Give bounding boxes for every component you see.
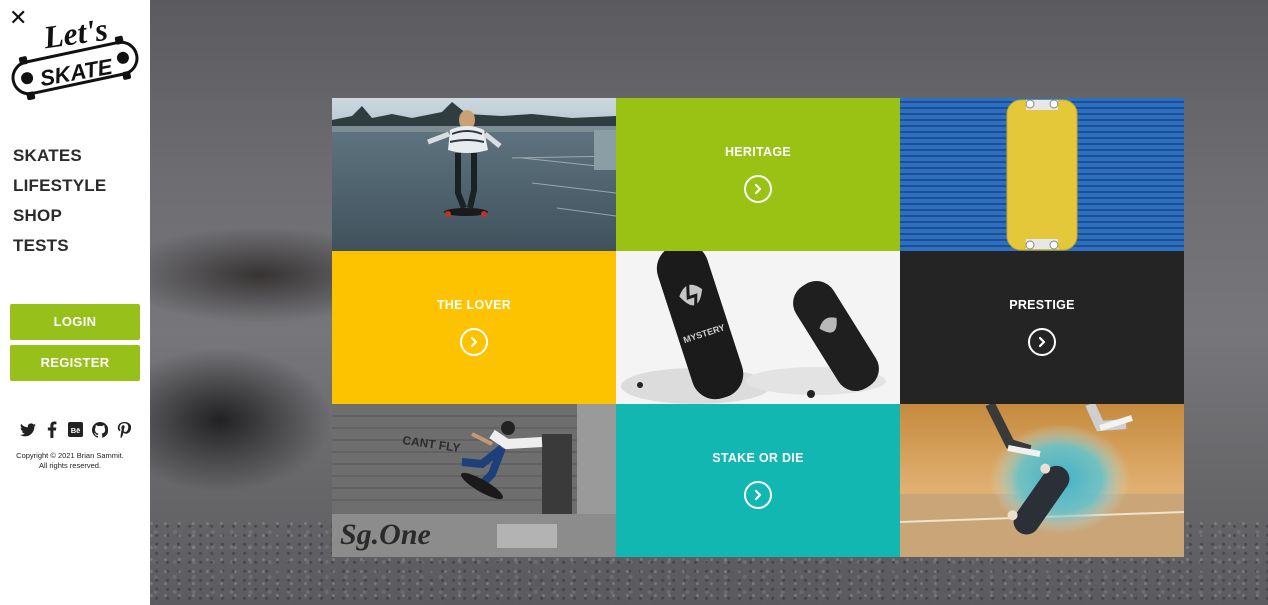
copyright-line: Copyright © 2021 Brian Sammit.: [16, 451, 124, 460]
tile-title: STAKE OR DIE: [712, 450, 804, 465]
close-menu-button[interactable]: ✕: [9, 8, 27, 30]
nav-link-shop[interactable]: SHOP: [13, 205, 62, 227]
category-grid: HERITAGE THE LOVER MYSTERY PRESTIGE Sg.O…: [332, 98, 1184, 557]
tile-photo-kickflip[interactable]: [900, 404, 1184, 557]
tile-photo-yellow-deck[interactable]: [900, 98, 1184, 251]
tile-photo-girl-longboard[interactable]: [332, 98, 616, 251]
github-icon[interactable]: [91, 421, 108, 438]
rights-line: All rights reserved.: [38, 460, 102, 470]
nav-item-tests: TESTS: [13, 235, 106, 265]
tile-photo-wallride[interactable]: Sg.One CANT FLY: [332, 404, 616, 557]
nav-item-skates: SKATES: [13, 145, 106, 175]
twitter-icon[interactable]: [19, 421, 36, 438]
nav-link-skates[interactable]: SKATES: [13, 145, 82, 167]
tile-the-lover[interactable]: THE LOVER: [332, 251, 616, 404]
lets-skate-logo[interactable]: Let's SKATE: [8, 6, 142, 100]
register-button[interactable]: REGISTER: [10, 345, 140, 381]
chevron-right-icon[interactable]: [744, 480, 772, 509]
chevron-right-icon[interactable]: [460, 327, 488, 356]
tile-title: HERITAGE: [724, 144, 792, 159]
copyright-text: Copyright © 2021 Brian Sammit. All right…: [0, 451, 140, 470]
tile-title: PRESTIGE: [1009, 297, 1075, 312]
tile-heritage[interactable]: HERITAGE: [616, 98, 900, 251]
social-links: Bē: [19, 421, 132, 438]
tile-title: THE LOVER: [436, 297, 512, 312]
tile-prestige[interactable]: PRESTIGE: [900, 251, 1184, 404]
sidebar: Let's SKATE ✕ SKATES LIFESTYLE SHOP TEST…: [0, 0, 150, 605]
svg-text:Bē: Bē: [71, 426, 81, 435]
tile-stake-or-die[interactable]: STAKE OR DIE: [616, 404, 900, 557]
behance-icon[interactable]: Bē: [67, 421, 84, 438]
chevron-right-icon[interactable]: [744, 174, 772, 203]
pinterest-icon[interactable]: [115, 421, 132, 438]
main-nav: SKATES LIFESTYLE SHOP TESTS: [13, 145, 106, 265]
nav-item-shop: SHOP: [13, 205, 106, 235]
nav-item-lifestyle: LIFESTYLE: [13, 175, 106, 205]
svg-text:Sg.One: Sg.One: [340, 518, 431, 551]
facebook-icon[interactable]: [43, 421, 60, 438]
nav-link-tests[interactable]: TESTS: [13, 235, 69, 257]
chevron-right-icon[interactable]: [1028, 327, 1056, 356]
login-button[interactable]: LOGIN: [10, 304, 140, 340]
nav-link-lifestyle[interactable]: LIFESTYLE: [13, 175, 106, 197]
tile-photo-mystery-decks[interactable]: MYSTERY: [616, 251, 900, 404]
